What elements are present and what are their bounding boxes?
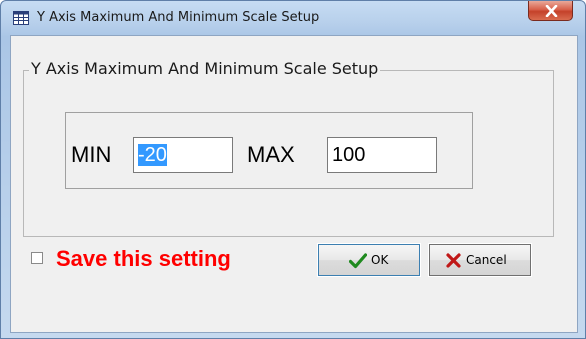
close-x-icon [545, 5, 558, 17]
cancel-button[interactable]: Cancel [428, 243, 532, 277]
title-bar[interactable]: Y Axis Maximum And Minimum Scale Setup [1, 1, 585, 35]
window-title: Y Axis Maximum And Minimum Scale Setup [37, 10, 320, 25]
dialog-client-area: Y Axis Maximum And Minimum Scale Setup M… [10, 35, 578, 333]
min-label: MIN [71, 142, 112, 167]
max-input[interactable]: 100 [327, 137, 437, 173]
save-setting-checkbox[interactable] [31, 252, 43, 264]
close-button[interactable] [528, 1, 573, 21]
red-x-icon [446, 253, 461, 268]
min-input-value: -20 [138, 144, 167, 166]
max-input-value: 100 [332, 144, 366, 166]
table-app-icon [13, 11, 29, 25]
cancel-button-label: Cancel [466, 253, 507, 267]
green-check-icon [349, 253, 367, 269]
ok-button[interactable]: OK [317, 243, 421, 277]
save-setting-label[interactable]: Save this setting [56, 246, 231, 272]
groupbox-legend: Y Axis Maximum And Minimum Scale Setup [29, 59, 381, 78]
max-label: MAX [247, 142, 295, 167]
ok-button-label: OK [371, 253, 389, 267]
min-input[interactable]: -20 [133, 137, 233, 173]
dialog-window: Y Axis Maximum And Minimum Scale Setup Y… [0, 0, 586, 339]
